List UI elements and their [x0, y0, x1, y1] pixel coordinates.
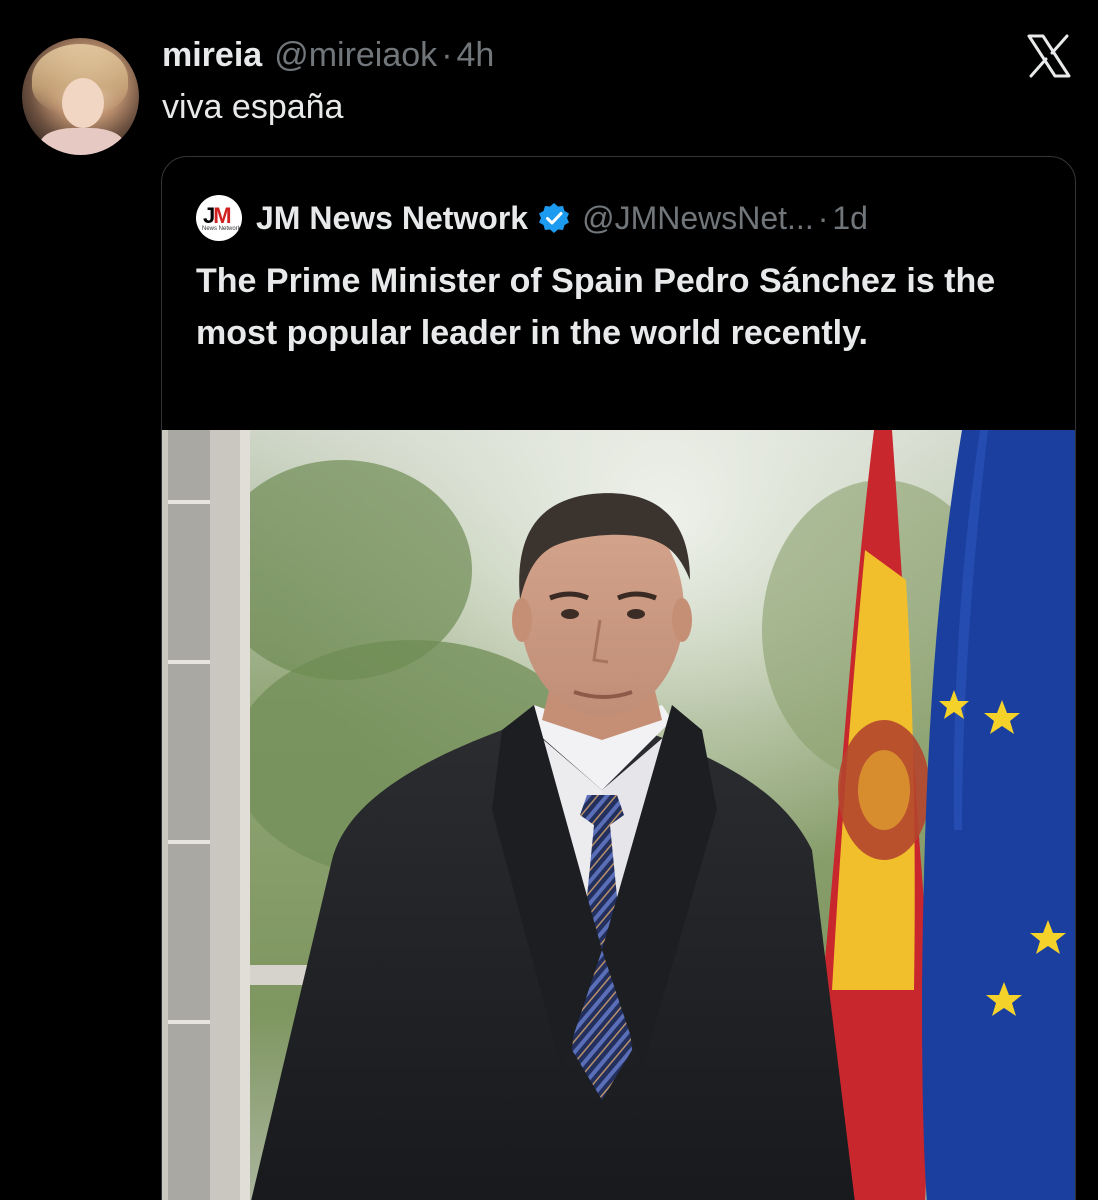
author-handle[interactable]: @mireiaok [274, 36, 437, 75]
author-name[interactable]: mireia [162, 36, 262, 75]
quoted-post-image[interactable] [162, 430, 1075, 1200]
quoted-post-text: The Prime Minister of Spain Pedro Sánche… [196, 262, 996, 352]
avatar-face [62, 78, 104, 128]
post: mireia @mireiaok · 4h viva españa JM New… [0, 0, 1098, 1200]
meta-separator: · [441, 36, 453, 74]
post-header: mireia @mireiaok · 4h [162, 36, 494, 75]
quoted-post[interactable]: JM News Network JM News Network @JMNewsN… [161, 156, 1076, 1200]
post-time[interactable]: 4h [457, 36, 495, 75]
post-text: viva españa [162, 88, 344, 126]
logo-subtext: News Network [202, 226, 241, 232]
quoted-author-name[interactable]: JM News Network [256, 200, 528, 237]
quoted-meta-separator: · [817, 199, 829, 236]
quoted-post-header: JM News Network JM News Network @JMNewsN… [196, 195, 868, 241]
verified-badge-icon [539, 203, 570, 233]
author-avatar[interactable] [22, 38, 139, 155]
quoted-author-handle[interactable]: @JMNewsNet... [582, 200, 814, 237]
x-logo-icon[interactable] [1026, 34, 1072, 78]
avatar-shirt [40, 128, 124, 155]
portrait-photo [162, 430, 1075, 1200]
quoted-author-avatar[interactable]: JM News Network [196, 195, 242, 241]
quoted-post-time[interactable]: 1d [832, 200, 868, 237]
